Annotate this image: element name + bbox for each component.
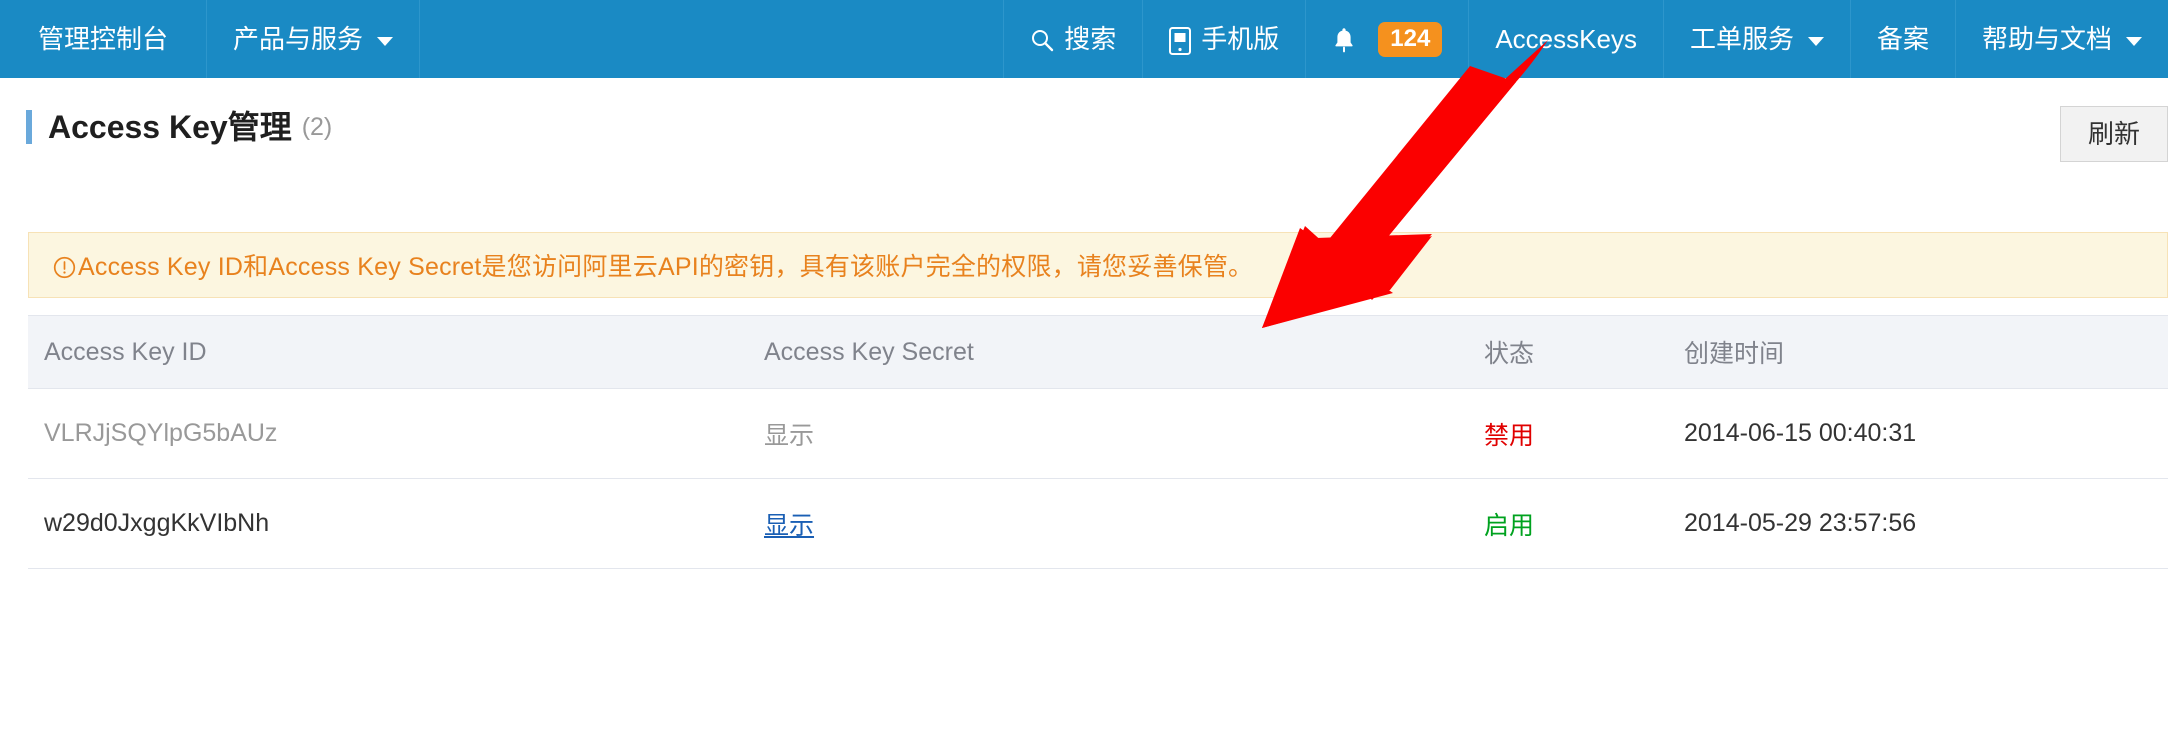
cell-created-time: 2014-05-29 23:57:56 <box>1684 509 1917 537</box>
table-row: VLRJjSQYlpG5bAUz 显示 禁用 2014-06-15 00:40:… <box>28 389 2168 479</box>
refresh-button[interactable]: 刷新 <box>2060 106 2168 162</box>
warning-banner: Access Key ID和Access Key Secret是您访问阿里云AP… <box>28 232 2168 298</box>
chevron-down-icon <box>1807 36 1824 46</box>
page-header: Access Key管理 (2) 刷新 <box>0 78 2168 180</box>
chevron-down-icon <box>377 36 394 46</box>
nav-label-ticket-service: 工单服务 <box>1689 24 1794 54</box>
page-root: 管理控制台 产品与服务 搜索 手机版 124 AccessKeys 工单服务 备… <box>0 0 2168 738</box>
nav-label-console-home: 管理控制台 <box>38 24 169 54</box>
show-secret-link-disabled: 显示 <box>764 421 815 450</box>
cell-access-key-id: w29d0JxggKkVIbNh <box>44 509 270 537</box>
nav-item-icp-filing[interactable]: 备案 <box>1849 0 1955 78</box>
nav-right-group: 搜索 手机版 124 AccessKeys 工单服务 备案 帮助与文档 <box>1003 0 2168 78</box>
title-accent-bar <box>26 110 32 144</box>
nav-label-products-services: 产品与服务 <box>233 24 364 54</box>
search-icon <box>1030 28 1054 52</box>
chevron-down-icon <box>2126 36 2142 46</box>
phone-icon <box>1169 27 1192 55</box>
nav-label-mobile-version: 手机版 <box>1201 24 1280 54</box>
cell-status: 启用 <box>1484 511 1535 540</box>
nav-item-search[interactable]: 搜索 <box>1003 0 1142 78</box>
nav-item-console-home[interactable]: 管理控制台 <box>0 0 208 78</box>
nav-label-icp-filing: 备案 <box>1876 24 1929 54</box>
table-row: w29d0JxggKkVIbNh 显示 启用 2014-05-29 23:57:… <box>28 479 2168 569</box>
cell-created-time: 2014-06-15 00:40:31 <box>1684 419 1917 447</box>
exclamation-circle-icon <box>53 256 76 279</box>
cell-access-key-secret: 显示 <box>748 416 1468 452</box>
nav-item-mobile-version[interactable]: 手机版 <box>1142 0 1305 78</box>
nav-item-accesskeys[interactable]: AccessKeys <box>1468 0 1663 78</box>
page-title: Access Key管理 <box>48 109 292 145</box>
notification-count-badge[interactable]: 124 <box>1378 21 1443 57</box>
bell-icon <box>1332 26 1356 54</box>
nav-label-search: 搜索 <box>1064 24 1117 54</box>
cell-access-key-id: VLRJjSQYlpG5bAUz <box>44 419 278 447</box>
nav-item-products-services[interactable]: 产品与服务 <box>207 0 421 78</box>
column-header-access-key-id: Access Key ID <box>44 337 207 366</box>
nav-label-accesskeys: AccessKeys <box>1495 24 1637 54</box>
column-header-created-time: 创建时间 <box>1684 340 1785 368</box>
column-header-access-key-secret: Access Key Secret <box>764 337 974 366</box>
nav-left-group: 管理控制台 产品与服务 <box>0 0 421 78</box>
table-header-row: Access Key ID Access Key Secret 状态 创建时间 <box>28 315 2168 389</box>
nav-label-help-docs: 帮助与文档 <box>1981 24 2112 54</box>
show-secret-link[interactable]: 显示 <box>764 512 814 540</box>
top-navigation-bar: 管理控制台 产品与服务 搜索 手机版 124 AccessKeys 工单服务 备… <box>0 0 2168 78</box>
nav-item-notifications[interactable]: 124 <box>1305 0 1468 78</box>
nav-item-ticket-service[interactable]: 工单服务 <box>1662 0 1850 78</box>
nav-item-help-docs[interactable]: 帮助与文档 <box>1954 0 2168 78</box>
access-key-table: Access Key ID Access Key Secret 状态 创建时间 … <box>28 315 2168 569</box>
page-title-group: Access Key管理 (2) <box>26 110 332 144</box>
column-header-status: 状态 <box>1484 340 1535 368</box>
warning-text: Access Key ID和Access Key Secret是您访问阿里云AP… <box>78 253 1254 281</box>
cell-status: 禁用 <box>1484 421 1535 450</box>
page-title-count: (2) <box>301 112 333 141</box>
cell-access-key-secret: 显示 <box>748 506 1468 542</box>
